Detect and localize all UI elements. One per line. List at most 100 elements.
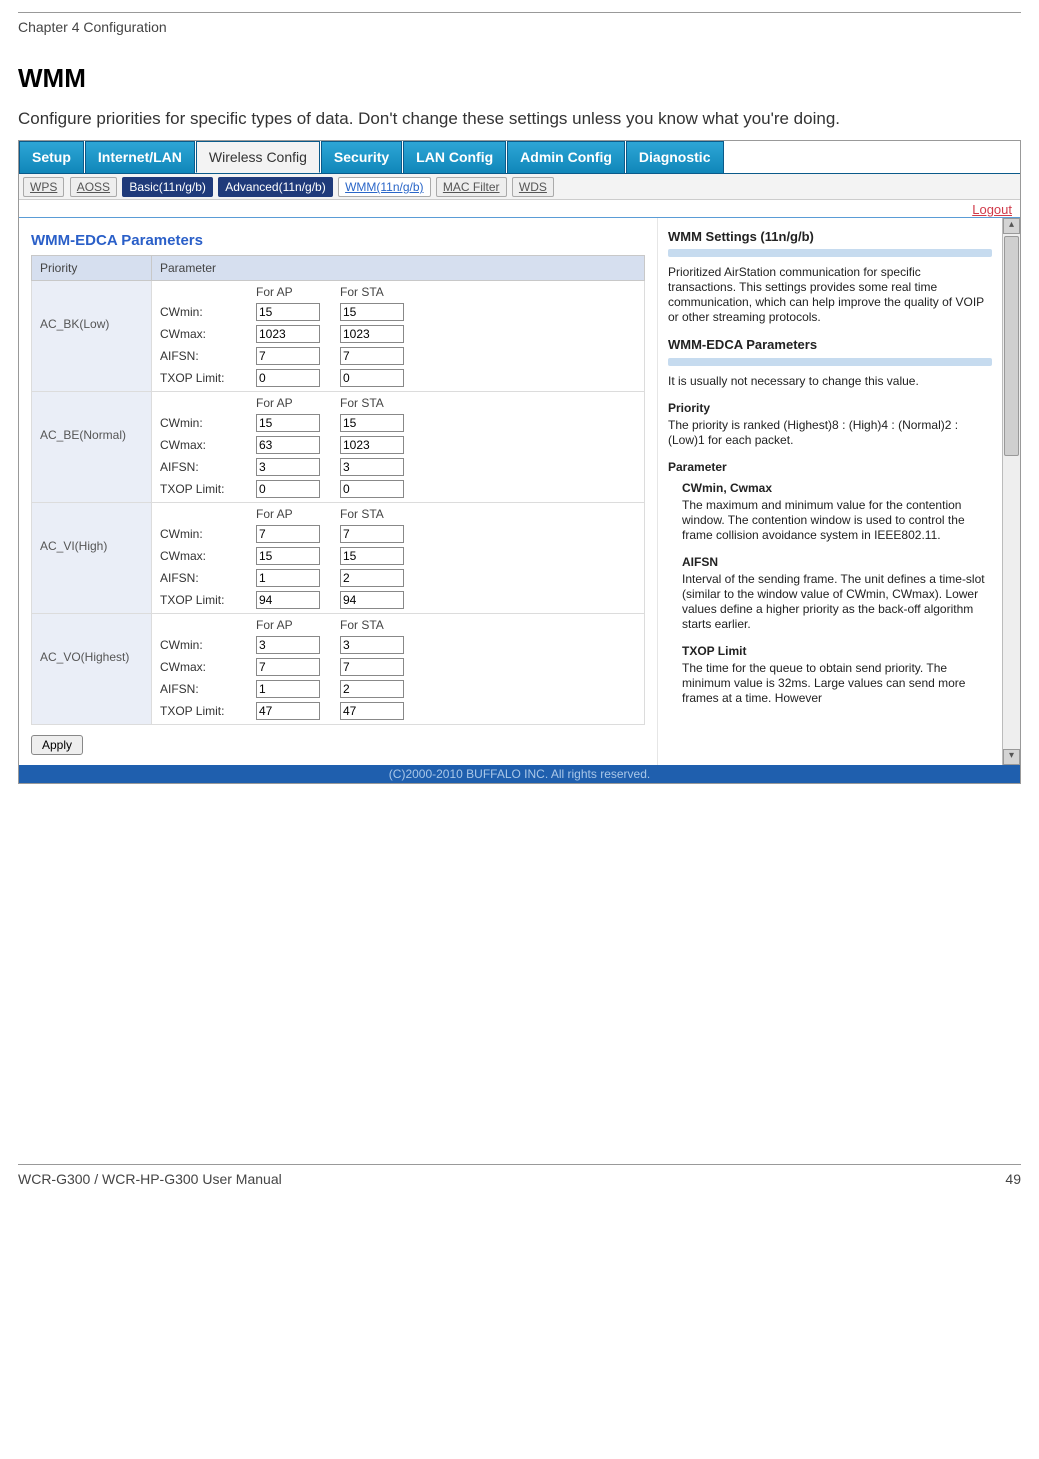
help-text-txop: The time for the queue to obtain send pr… [682, 661, 992, 706]
table-row: AC_VO(Highest)For APFor STACWmin:CWmax:A… [32, 614, 645, 725]
parameter-cell: For APFor STACWmin:CWmax:AIFSN:TXOP Limi… [152, 392, 645, 503]
help-heading-priority: Priority [668, 401, 992, 416]
param-label: CWmax: [160, 549, 248, 563]
tab-security[interactable]: Security [321, 141, 402, 173]
edca-table: Priority Parameter AC_BK(Low) For AP For S… [31, 255, 645, 725]
scrollbar[interactable]: ▴ ▾ [1002, 218, 1020, 765]
chapter-label: Chapter 4 Configuration [18, 19, 1021, 35]
footer-page-number: 49 [1005, 1171, 1021, 1187]
param-input-sta[interactable] [340, 303, 404, 321]
subtab-advanced[interactable]: Advanced(11n/g/b) [218, 177, 333, 197]
param-input-ap[interactable] [256, 436, 320, 454]
subtab-basic[interactable]: Basic(11n/g/b) [122, 177, 212, 197]
th-parameter: Parameter [152, 256, 645, 281]
tab-admin-config[interactable]: Admin Config [507, 141, 625, 173]
help-divider [668, 358, 992, 366]
param-input-ap[interactable] [256, 347, 320, 365]
param-label: CWmin: [160, 305, 248, 319]
help-divider [668, 249, 992, 257]
help-heading-aifsn: AIFSN [682, 555, 992, 570]
col-for-sta: For STA [340, 285, 416, 299]
priority-cell: AC_VI(High) [32, 503, 152, 614]
param-label: AIFSN: [160, 682, 248, 696]
table-row: AC_BK(Low) For AP For STA CWmin: CWmax: AIFSN… [32, 281, 645, 392]
tab-wireless-config[interactable]: Wireless Config [196, 141, 320, 173]
help-text-priority: The priority is ranked (Highest)8 : (Hig… [668, 418, 992, 448]
logout-link[interactable]: Logout [972, 202, 1012, 217]
param-input-ap[interactable] [256, 303, 320, 321]
tab-setup[interactable]: Setup [19, 141, 84, 173]
help-panel: WMM Settings (11n/g/b) Prioritized AirSt… [657, 218, 1002, 765]
param-input-sta[interactable] [340, 525, 404, 543]
param-input-sta[interactable] [340, 480, 404, 498]
page-title: WMM [18, 63, 1021, 94]
param-input-sta[interactable] [340, 636, 404, 654]
param-input-sta[interactable] [340, 547, 404, 565]
param-label: AIFSN: [160, 460, 248, 474]
param-input-ap[interactable] [256, 480, 320, 498]
param-input-ap[interactable] [256, 636, 320, 654]
help-heading-cw: CWmin, Cwmax [682, 481, 992, 496]
scroll-thumb[interactable] [1004, 236, 1019, 456]
param-input-sta[interactable] [340, 347, 404, 365]
param-label: CWmax: [160, 327, 248, 341]
subtab-aoss[interactable]: AOSS [70, 177, 117, 197]
logout-row: Logout [19, 200, 1020, 218]
priority-cell: AC_VO(Highest) [32, 614, 152, 725]
param-label: TXOP Limit: [160, 371, 248, 385]
param-input-ap[interactable] [256, 547, 320, 565]
param-input-ap[interactable] [256, 658, 320, 676]
param-input-sta[interactable] [340, 569, 404, 587]
param-input-sta[interactable] [340, 658, 404, 676]
priority-cell: AC_BK(Low) [32, 281, 152, 392]
help-text-edca: It is usually not necessary to change th… [668, 374, 992, 389]
tab-internet-lan[interactable]: Internet/LAN [85, 141, 195, 173]
table-row: AC_BE(Normal)For APFor STACWmin:CWmax:AI… [32, 392, 645, 503]
subtab-wps[interactable]: WPS [23, 177, 64, 197]
param-input-ap[interactable] [256, 569, 320, 587]
param-input-sta[interactable] [340, 680, 404, 698]
param-input-sta[interactable] [340, 591, 404, 609]
scroll-up-icon[interactable]: ▴ [1003, 218, 1020, 234]
th-priority: Priority [32, 256, 152, 281]
param-label: TXOP Limit: [160, 593, 248, 607]
param-input-ap[interactable] [256, 525, 320, 543]
col-for-ap: For AP [256, 618, 332, 632]
param-label: CWmax: [160, 660, 248, 674]
help-heading-edca: WMM-EDCA Parameters [668, 337, 992, 353]
help-heading-txop: TXOP Limit [682, 644, 992, 659]
param-input-ap[interactable] [256, 458, 320, 476]
param-input-ap[interactable] [256, 702, 320, 720]
param-input-sta[interactable] [340, 436, 404, 454]
col-for-ap: For AP [256, 285, 332, 299]
subtab-wmm[interactable]: WMM(11n/g/b) [338, 177, 430, 197]
parameter-cell: For APFor STACWmin:CWmax:AIFSN:TXOP Limi… [152, 614, 645, 725]
main-tab-bar: Setup Internet/LAN Wireless Config Secur… [19, 141, 1020, 174]
subtab-mac-filter[interactable]: MAC Filter [436, 177, 507, 197]
col-for-sta: For STA [340, 396, 416, 410]
scroll-down-icon[interactable]: ▾ [1003, 749, 1020, 765]
col-for-ap: For AP [256, 396, 332, 410]
param-input-ap[interactable] [256, 369, 320, 387]
subtab-wds[interactable]: WDS [512, 177, 554, 197]
param-input-sta[interactable] [340, 414, 404, 432]
tab-diagnostic[interactable]: Diagnostic [626, 141, 724, 173]
tab-lan-config[interactable]: LAN Config [403, 141, 506, 173]
param-input-sta[interactable] [340, 458, 404, 476]
copyright-bar: (C)2000-2010 BUFFALO INC. All rights res… [19, 765, 1020, 783]
param-input-ap[interactable] [256, 414, 320, 432]
param-label: CWmin: [160, 638, 248, 652]
param-input-ap[interactable] [256, 591, 320, 609]
param-label: TXOP Limit: [160, 704, 248, 718]
param-input-sta[interactable] [340, 325, 404, 343]
param-input-sta[interactable] [340, 702, 404, 720]
apply-button[interactable]: Apply [31, 735, 83, 755]
param-label: AIFSN: [160, 571, 248, 585]
param-input-ap[interactable] [256, 325, 320, 343]
param-label: AIFSN: [160, 349, 248, 363]
param-input-ap[interactable] [256, 680, 320, 698]
param-input-sta[interactable] [340, 369, 404, 387]
footer-manual-name: WCR-G300 / WCR-HP-G300 User Manual [18, 1171, 282, 1187]
param-label: CWmin: [160, 416, 248, 430]
help-text-aifsn: Interval of the sending frame. The unit … [682, 572, 992, 632]
